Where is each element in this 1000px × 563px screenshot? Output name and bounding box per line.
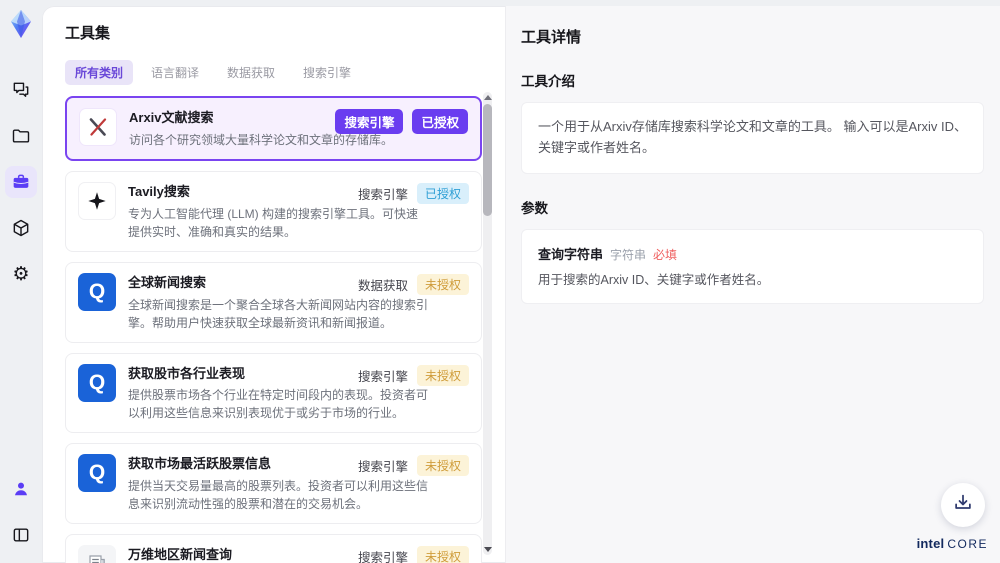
- tool-tags: 搜索引擎 已授权: [335, 109, 468, 134]
- tool-card-5[interactable]: 万维地区新闻查询查询具体行政区划内的新闻，快速了解各地新闻动搜索引擎未授权: [65, 534, 482, 563]
- tool-category-tag: 搜索引擎: [357, 187, 408, 202]
- sidebar-item-chat[interactable]: [5, 74, 37, 106]
- detail-pane: 工具详情 工具介绍 一个用于从Arxiv存储库搜索科学论文和文章的工具。 输入可…: [505, 6, 1000, 563]
- briefcase-icon: [11, 172, 31, 192]
- download-button[interactable]: [941, 483, 985, 527]
- main-panel: 工具集 所有类别 语言翻译 数据获取 搜索引擎 Arxiv文献搜索 访问各个研究领域大量…: [42, 6, 1000, 563]
- param-type: 字符串: [610, 247, 647, 262]
- tool-status-badge: 未授权: [416, 455, 469, 477]
- tool-category-tag: 搜索引擎: [357, 369, 408, 384]
- q-logo-icon: Q: [78, 363, 116, 402]
- param-name: 查询字符串: [538, 246, 604, 262]
- params-heading: 参数: [521, 200, 548, 216]
- tool-description: 专为人工智能代理 (LLM) 构建的搜索引擎工具。可快速提供实时、准确和真实的结…: [128, 206, 419, 239]
- param-card: 查询字符串 字符串 必填 用于搜索的Arxiv ID、关键字或作者姓名。: [521, 228, 984, 305]
- q-logo-icon: Q: [78, 272, 116, 311]
- param-required-badge: 必填: [653, 247, 678, 262]
- tab-3[interactable]: 搜索引擎: [293, 60, 361, 85]
- param-header: 查询字符串 字符串 必填: [538, 244, 967, 263]
- folder-icon: [11, 126, 31, 146]
- sidebar-item-packages[interactable]: [5, 212, 37, 244]
- tool-tags: 搜索引擎 未授权: [357, 455, 469, 477]
- tool-status-badge: 未授权: [416, 364, 469, 386]
- intel-logo-text: intel: [916, 536, 945, 551]
- panel-layout-icon: [11, 525, 31, 545]
- param-desc: 用于搜索的Arxiv ID、关键字或作者姓名。: [538, 272, 770, 287]
- diamond-logo-icon: [5, 8, 37, 40]
- q-logo-icon: Q: [78, 454, 116, 493]
- sidebar-item-tools[interactable]: [5, 166, 37, 198]
- tool-list-scrollbar[interactable]: [483, 92, 492, 555]
- tool-card-0[interactable]: Arxiv文献搜索 访问各个研究领域大量科学论文和文章的存储库。 搜索引擎 已授权: [65, 96, 482, 161]
- tool-status-badge: 未授权: [416, 273, 469, 295]
- tool-tags: 搜索引擎 已授权: [357, 182, 469, 204]
- tool-card-4[interactable]: Q 获取市场最活跃股票信息 提供当天交易量最高的股票列表。投资者可以利用这些信息来识…: [65, 443, 482, 525]
- tool-tags: 搜索引擎 未授权: [357, 364, 469, 386]
- sidebar-item-account[interactable]: [5, 473, 37, 505]
- tool-status-badge: 已授权: [412, 109, 468, 134]
- cube-icon: [11, 218, 31, 238]
- sidebar-item-files[interactable]: [5, 120, 37, 152]
- chat-icon: [11, 80, 31, 100]
- user-icon: [11, 479, 31, 499]
- tool-category-tag: 数据获取: [357, 278, 408, 293]
- tool-description: 提供股票市场各个行业在特定时间段内的表现。投资者可以利用这些信息来识别表现优于或…: [128, 388, 429, 421]
- scrollbar-thumb[interactable]: [483, 104, 492, 216]
- gear-icon: ⚙: [12, 263, 30, 285]
- tool-card-2[interactable]: Q 全球新闻搜索 全球新闻搜索是一个聚合全球各大新闻网站内容的搜索引擎。帮助用户快速…: [65, 261, 482, 343]
- tool-tags: 搜索引擎 未授权: [358, 546, 469, 563]
- scrollbar-up-arrow-icon[interactable]: [483, 95, 492, 100]
- tools-pane: 工具集 所有类别 语言翻译 数据获取 搜索引擎 Arxiv文献搜索 访问各个研究领域大量…: [42, 6, 505, 563]
- tool-category-tag: 搜索引擎: [357, 460, 408, 475]
- newspaper-icon: [78, 545, 116, 563]
- sidebar-item-settings[interactable]: ⚙: [5, 258, 37, 290]
- tab-1[interactable]: 语言翻译: [141, 60, 209, 85]
- tool-card-3[interactable]: Q 获取股市各行业表现 提供股票市场各个行业在特定时间段内的表现。投资者可以利用这些…: [65, 352, 482, 434]
- tool-card-1[interactable]: Tavily搜索 专为人工智能代理 (LLM) 构建的搜索引擎工具。可快速提供实时…: [65, 170, 482, 252]
- page-title: 工具集: [65, 25, 111, 42]
- star-icon: [78, 181, 116, 220]
- intro-card: 一个用于从Arxiv存储库搜索科学论文和文章的工具。 输入可以是Arxiv ID…: [521, 102, 984, 174]
- scrollbar-down-arrow-icon[interactable]: [483, 547, 492, 552]
- tab-0[interactable]: 所有类别: [65, 60, 134, 85]
- tool-description: 提供当天交易量最高的股票列表。投资者可以利用这些信息来识别流动性强的股票和潜在的…: [128, 479, 429, 512]
- intro-heading: 工具介绍: [521, 74, 575, 89]
- tool-description: 全球新闻搜索是一个聚合全球各大新闻网站内容的搜索引擎。帮助用户快速获取全球最新资…: [128, 297, 429, 330]
- sidebar: ⚙: [0, 0, 42, 563]
- tool-category-tag: 搜索引擎: [357, 551, 408, 563]
- tool-list: Arxiv文献搜索 访问各个研究领域大量科学论文和文章的存储库。 搜索引擎 已授权 Ta…: [65, 96, 482, 563]
- tool-status-badge: 未授权: [416, 546, 469, 563]
- sidebar-item-collapse[interactable]: [5, 519, 37, 551]
- tool-tags: 数据获取 未授权: [357, 273, 469, 295]
- intel-core-logo: intel core: [917, 536, 988, 551]
- detail-title: 工具详情: [521, 29, 582, 46]
- tool-category-tag: 搜索引擎: [335, 109, 404, 134]
- tab-2[interactable]: 数据获取: [217, 60, 285, 85]
- app-window: ⚙ 工具集 所有类别 语言翻译 数据获取 搜索引擎 Arxiv文献搜索 访问各个…: [0, 0, 1000, 563]
- arxiv-icon: [79, 108, 117, 146]
- category-tabs: 所有类别 语言翻译 数据获取 搜索引擎: [65, 60, 505, 85]
- tool-status-badge: 已授权: [416, 182, 469, 204]
- download-icon: [952, 492, 974, 519]
- intro-text: 一个用于从Arxiv存储库搜索科学论文和文章的工具。 输入可以是Arxiv ID…: [538, 119, 968, 155]
- core-logo-text: core: [947, 537, 988, 551]
